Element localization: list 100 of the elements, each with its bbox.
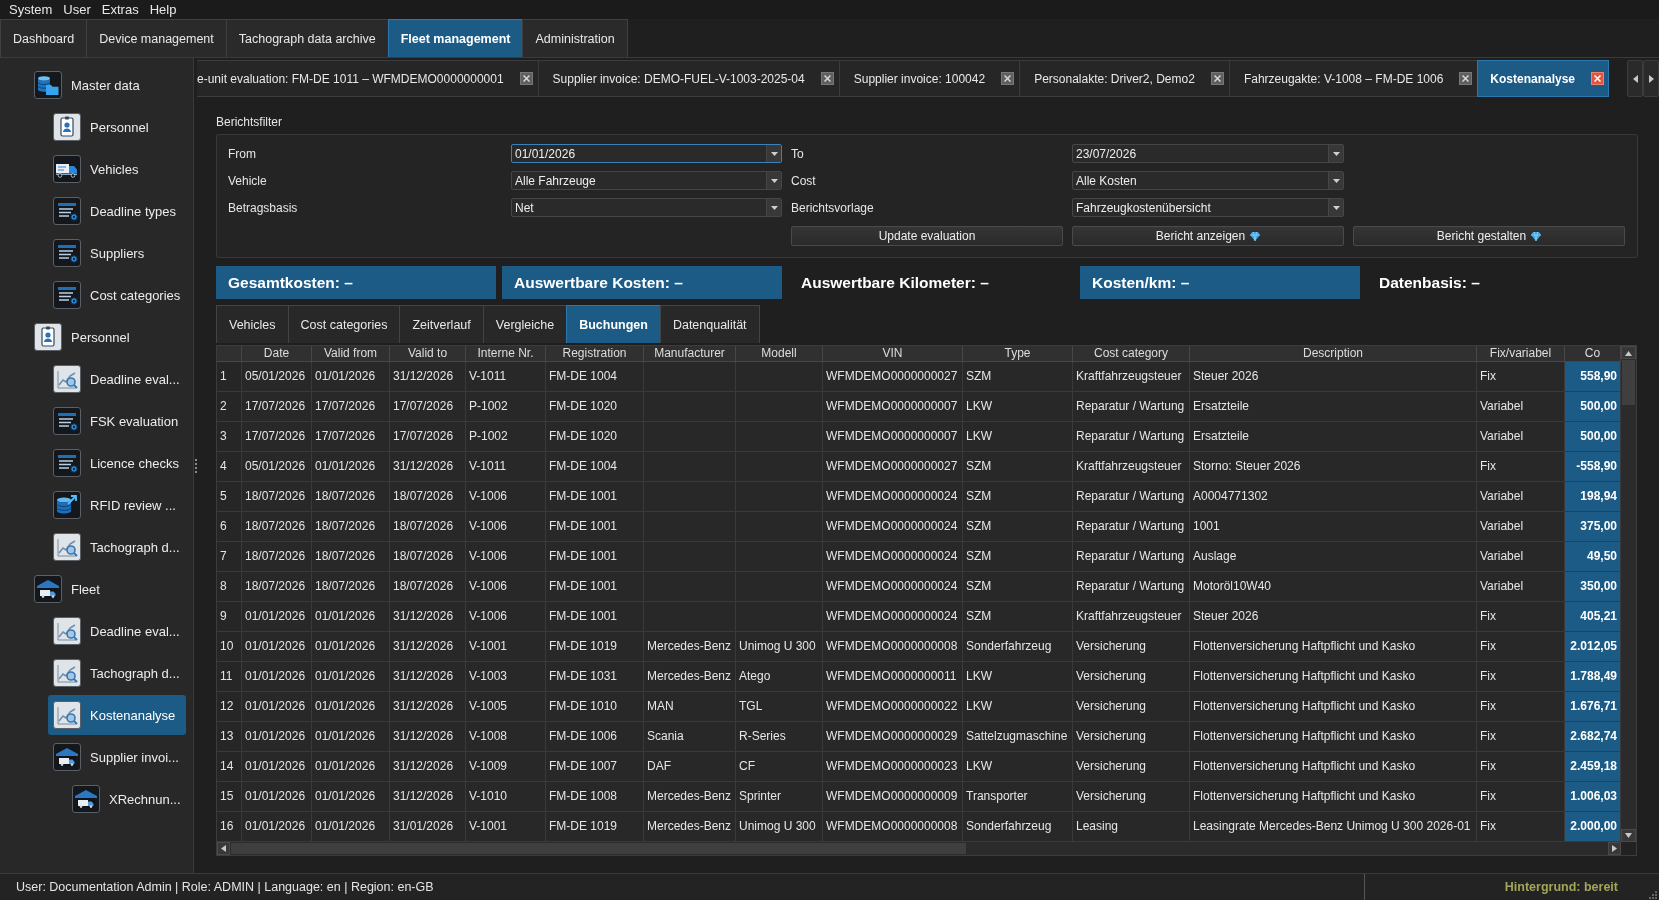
field-label: Vehicle — [228, 173, 267, 188]
column-header[interactable]: Fix/variabel — [1477, 346, 1565, 362]
caret-down-icon[interactable] — [766, 199, 781, 216]
dropdown-field[interactable]: 01/01/2026 — [511, 144, 782, 163]
column-header[interactable]: Co — [1565, 346, 1621, 362]
tree-item[interactable]: Fleet — [29, 569, 186, 609]
scrollbar-thumb[interactable] — [1622, 360, 1635, 405]
view-tab[interactable]: Buchungen — [566, 305, 661, 343]
view-tab[interactable]: Vehicles — [216, 305, 289, 343]
column-header[interactable]: Date — [242, 346, 312, 362]
tree-item[interactable]: Deadline eval... — [48, 611, 186, 651]
scroll-right-icon[interactable] — [1643, 60, 1659, 97]
action-button[interactable]: Bericht anzeigen — [1072, 226, 1344, 246]
tree-item[interactable]: Master data — [29, 65, 186, 105]
column-header[interactable]: VIN — [823, 346, 963, 362]
view-tab[interactable]: Datenqualität — [659, 305, 760, 343]
table-cell: Kraftfahrzeugsteuer — [1073, 452, 1190, 482]
menu-item[interactable]: System — [9, 2, 53, 17]
document-tab[interactable]: Personalakte: Driver2, Demo2 — [1019, 60, 1230, 97]
column-header[interactable]: Registration — [546, 346, 644, 362]
view-tab[interactable]: Cost categories — [287, 305, 401, 343]
view-tab[interactable]: Vergleiche — [482, 305, 568, 343]
tree-item[interactable]: XRechnun... — [67, 779, 186, 819]
tree-item[interactable]: Suppliers — [48, 233, 186, 273]
column-header[interactable]: Interne Nr. — [466, 346, 546, 362]
column-header[interactable]: Manufacturer — [644, 346, 736, 362]
tree-item[interactable]: Deadline eval... — [48, 359, 186, 399]
menu-item[interactable]: Extras — [101, 2, 139, 17]
menu-item[interactable]: User — [63, 2, 91, 17]
tree-item[interactable]: Tachograph d... — [48, 527, 186, 567]
tree-item[interactable]: RFID review ... — [48, 485, 186, 525]
caret-down-icon[interactable] — [1328, 199, 1343, 216]
close-icon[interactable] — [519, 72, 533, 85]
menu-item[interactable]: Help — [149, 2, 177, 17]
table-cell: FM-DE 1004 — [546, 452, 644, 482]
column-header[interactable]: Valid to — [390, 346, 466, 362]
table-cell: Variabel — [1477, 482, 1565, 512]
main-tab[interactable]: Administration — [522, 19, 628, 57]
column-header[interactable]: Valid from — [312, 346, 390, 362]
tree-item[interactable]: Personnel — [48, 107, 186, 147]
scroll-left-icon[interactable] — [1627, 60, 1643, 97]
document-tab[interactable]: Kostenanalyse — [1477, 60, 1610, 97]
document-tab[interactable]: e-unit evaluation: FM-DE 1011 – WFMDEMO0000000001 — [197, 60, 539, 97]
tree-item[interactable]: Kostenanalyse — [48, 695, 186, 735]
caret-down-icon[interactable] — [1328, 145, 1343, 162]
scroll-left-icon[interactable] — [217, 842, 230, 855]
table-cell: 01/01/2026 — [312, 632, 390, 662]
caret-down-icon[interactable] — [766, 172, 781, 189]
dropdown-field[interactable]: Alle Fahrzeuge — [511, 171, 782, 190]
document-tab[interactable]: Supplier invoice: 100042 — [838, 60, 1021, 97]
dropdown-field[interactable]: Fahrzeugkostenübersicht — [1072, 198, 1344, 217]
table-cell: Flottenversicherung Haftpflicht und Kasko — [1190, 722, 1477, 752]
tree-item[interactable]: Supplier invoi... — [48, 737, 186, 777]
table-cell: 500,00 — [1565, 392, 1621, 422]
vertical-scrollbar[interactable] — [1621, 346, 1636, 842]
table-cell: Ersatzteile — [1190, 392, 1477, 422]
main-tab[interactable]: Fleet management — [387, 19, 524, 57]
table-cell: Unimog U 300 — [736, 812, 823, 842]
horizontal-scrollbar[interactable] — [217, 842, 1621, 855]
main-tab[interactable]: Device management — [86, 19, 227, 57]
action-button[interactable]: Bericht gestalten — [1353, 226, 1625, 246]
table-cell: WFMDEMO0000000011 — [823, 662, 963, 692]
caret-down-icon[interactable] — [766, 145, 781, 162]
tree-item[interactable]: Personnel — [29, 317, 186, 357]
scroll-up-icon[interactable] — [1621, 346, 1636, 359]
main-tab[interactable]: Tachograph data archive — [225, 19, 389, 57]
scrollbar-thumb[interactable] — [231, 843, 966, 854]
close-icon[interactable] — [1591, 72, 1605, 85]
tree-item[interactable]: Deadline types — [48, 191, 186, 231]
dropdown-field[interactable]: 23/07/2026 — [1072, 144, 1344, 163]
tree-item[interactable]: Licence checks — [48, 443, 186, 483]
column-header[interactable]: Description — [1190, 346, 1477, 362]
table-cell: 18/07/2026 — [390, 572, 466, 602]
close-icon[interactable] — [1001, 72, 1015, 85]
dropdown-field[interactable]: Alle Kosten — [1072, 171, 1344, 190]
tree-item[interactable]: FSK evaluation — [48, 401, 186, 441]
resize-grip-icon[interactable] — [1648, 889, 1657, 899]
close-icon[interactable] — [1459, 72, 1473, 85]
column-header[interactable]: Type — [963, 346, 1073, 362]
document-tab[interactable]: Fahrzeugakte: V-1008 – FM-DE 1006 — [1228, 60, 1479, 97]
table-cell: V-1001 — [466, 812, 546, 842]
dropdown-field[interactable]: Net — [511, 198, 782, 217]
document-tab[interactable]: Supplier invoice: DEMO-FUEL-V-1003-2025-04 — [537, 60, 840, 97]
action-button[interactable]: Update evaluation — [791, 226, 1063, 246]
table-cell: SZM — [963, 572, 1073, 602]
view-tab[interactable]: Zeitverlauf — [399, 305, 484, 343]
main-tab[interactable]: Dashboard — [0, 19, 88, 57]
scroll-right-icon[interactable] — [1608, 842, 1621, 855]
close-icon[interactable] — [820, 72, 834, 85]
splitter-grip-icon[interactable] — [194, 458, 197, 473]
table-cell: 01/01/2026 — [312, 722, 390, 752]
caret-down-icon[interactable] — [1328, 172, 1343, 189]
tree-item[interactable]: Cost categories — [48, 275, 186, 315]
table-cell: TGL — [736, 692, 823, 722]
scroll-down-icon[interactable] — [1621, 829, 1636, 842]
close-icon[interactable] — [1210, 72, 1224, 85]
tree-item[interactable]: Tachograph d... — [48, 653, 186, 693]
tree-item[interactable]: Vehicles — [48, 149, 186, 189]
column-header[interactable]: Cost category — [1073, 346, 1190, 362]
column-header[interactable]: Modell — [736, 346, 823, 362]
